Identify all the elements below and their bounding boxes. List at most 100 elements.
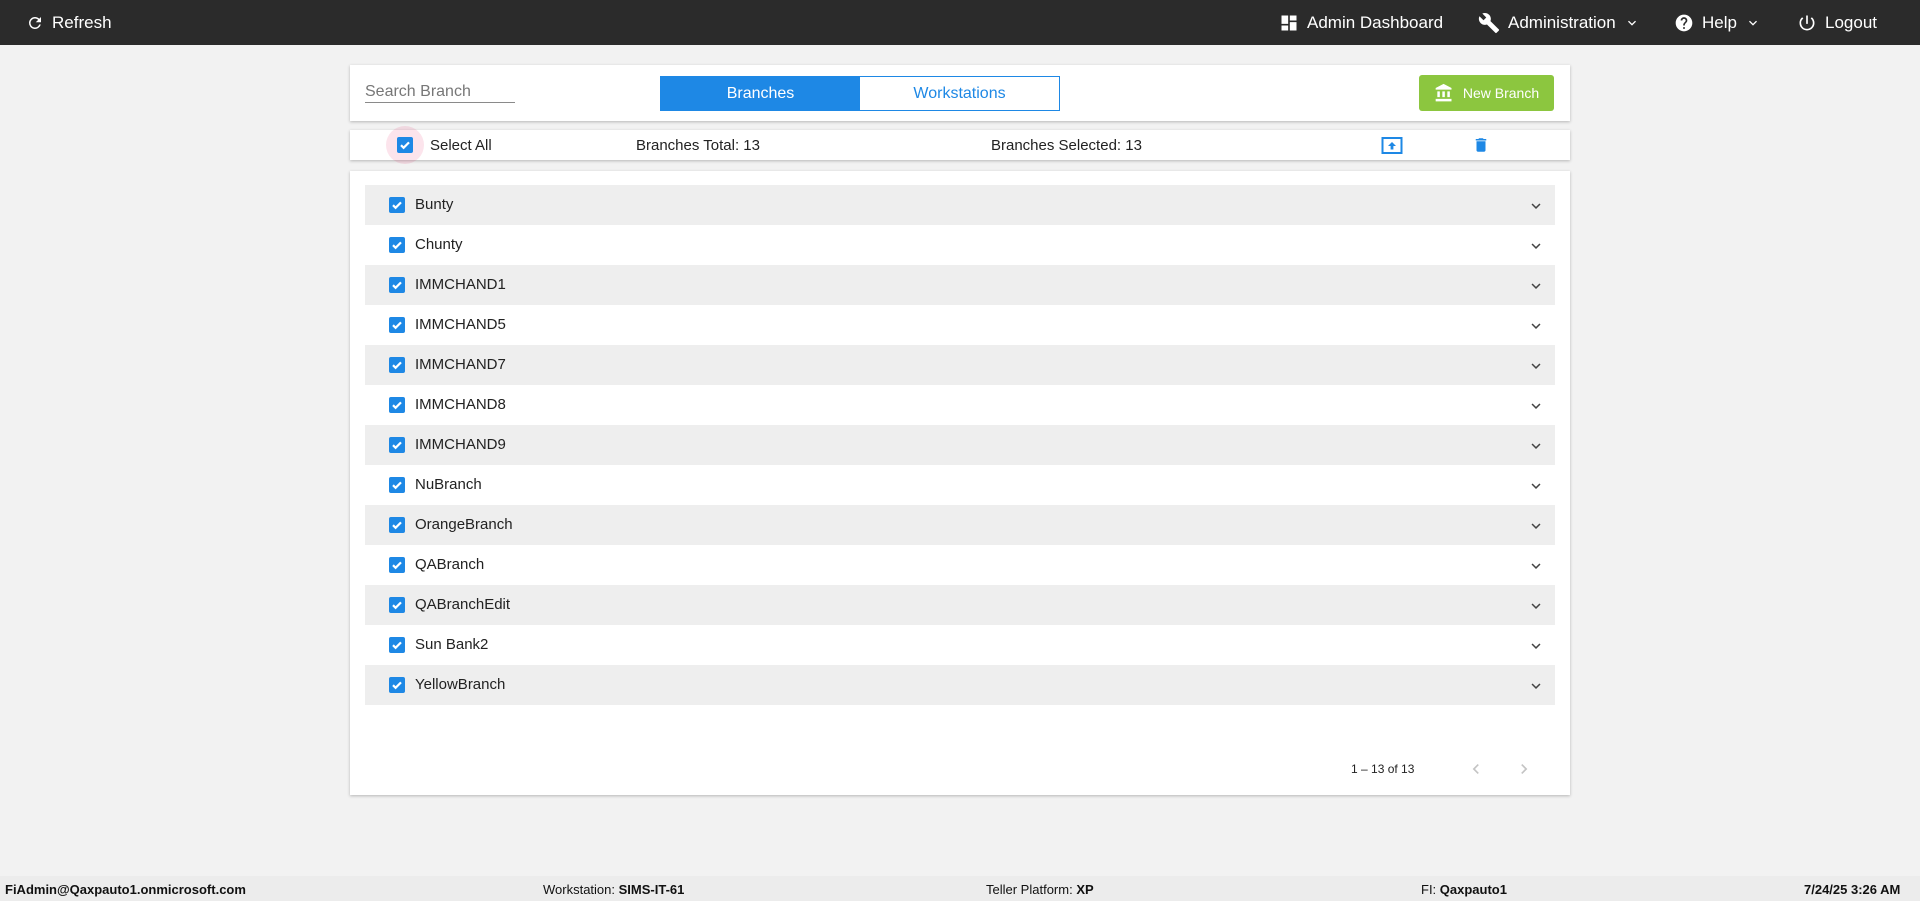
next-page-button[interactable]	[1514, 759, 1534, 782]
branch-name: QABranch	[415, 556, 485, 573]
expand-chevron-button[interactable]	[1527, 557, 1545, 580]
branch-row[interactable]: IMMCHAND9	[365, 425, 1555, 465]
check-icon	[392, 281, 402, 290]
branch-row[interactable]: Sun Bank2	[365, 625, 1555, 665]
search-branch-input[interactable]	[365, 81, 515, 103]
footer-workstation: Workstation: SIMS-IT-61	[543, 882, 684, 897]
branch-checkbox[interactable]	[389, 357, 405, 373]
branch-row[interactable]: Chunty	[365, 225, 1555, 265]
branch-checkbox[interactable]	[389, 637, 405, 653]
expand-chevron-button[interactable]	[1527, 677, 1545, 700]
branch-checkbox[interactable]	[389, 517, 405, 533]
expand-chevron-button[interactable]	[1527, 237, 1545, 260]
branch-row[interactable]: Bunty	[365, 185, 1555, 225]
branch-row[interactable]: QABranch	[365, 545, 1555, 585]
branch-row[interactable]: IMMCHAND8	[365, 385, 1555, 425]
branch-checkbox[interactable]	[389, 197, 405, 213]
expand-chevron-button[interactable]	[1527, 277, 1545, 300]
tab-workstations[interactable]: Workstations	[860, 77, 1059, 110]
upload-icon[interactable]	[1381, 136, 1403, 160]
check-icon	[392, 201, 402, 210]
select-all-label: Select All	[430, 137, 492, 154]
check-icon	[400, 141, 410, 150]
branch-name: Bunty	[415, 196, 454, 213]
branch-row[interactable]: OrangeBranch	[365, 505, 1555, 545]
check-icon	[392, 361, 402, 370]
branch-name: NuBranch	[415, 476, 482, 493]
chevron-down-icon	[1531, 443, 1541, 449]
chevron-down-icon	[1531, 603, 1541, 609]
check-icon	[392, 681, 402, 690]
expand-chevron-button[interactable]	[1527, 637, 1545, 660]
teller-platform-value: XP	[1076, 882, 1094, 897]
administration-menu[interactable]: Administration	[1478, 0, 1640, 45]
branch-checkbox[interactable]	[389, 397, 405, 413]
select-all-checkbox[interactable]	[386, 126, 424, 164]
check-icon	[392, 441, 402, 450]
branch-checkbox[interactable]	[389, 277, 405, 293]
branch-name: IMMCHAND8	[415, 396, 506, 413]
branch-checkbox[interactable]	[389, 437, 405, 453]
footer-fi: FI: Qaxpauto1	[1421, 882, 1507, 897]
expand-chevron-button[interactable]	[1527, 397, 1545, 420]
branch-row[interactable]: YellowBranch	[365, 665, 1555, 705]
branch-checkbox[interactable]	[389, 597, 405, 613]
chevron-down-icon	[1531, 563, 1541, 569]
footer-user: FiAdmin@Qaxpauto1.onmicrosoft.com	[5, 882, 246, 897]
workstation-value: SIMS-IT-61	[618, 882, 685, 897]
expand-chevron-button[interactable]	[1527, 517, 1545, 540]
previous-page-button[interactable]	[1466, 759, 1486, 782]
expand-chevron-button[interactable]	[1527, 597, 1545, 620]
branch-row[interactable]: IMMCHAND5	[365, 305, 1555, 345]
status-footer: FiAdmin@Qaxpauto1.onmicrosoft.com Workst…	[0, 876, 1920, 901]
branch-name: Chunty	[415, 236, 463, 253]
branch-row[interactable]: QABranchEdit	[365, 585, 1555, 625]
refresh-button[interactable]: Refresh	[26, 0, 112, 45]
logout-button[interactable]: Logout	[1797, 0, 1877, 45]
branch-row[interactable]: IMMCHAND1	[365, 265, 1555, 305]
wrench-icon	[1478, 12, 1500, 33]
new-branch-button[interactable]: New Branch	[1419, 75, 1554, 111]
footer-teller-platform: Teller Platform: XP	[986, 882, 1094, 897]
expand-chevron-button[interactable]	[1527, 437, 1545, 460]
selection-toolbar: Select All Branches Total: 13 Branches S…	[350, 126, 1570, 164]
expand-chevron-button[interactable]	[1527, 317, 1545, 340]
expand-chevron-button[interactable]	[1527, 357, 1545, 380]
help-menu[interactable]: Help	[1674, 0, 1761, 45]
branch-row[interactable]: NuBranch	[365, 465, 1555, 505]
branch-name: IMMCHAND1	[415, 276, 506, 293]
check-icon	[392, 401, 402, 410]
check-icon	[392, 481, 402, 490]
expand-chevron-button[interactable]	[1527, 477, 1545, 500]
admin-dashboard-link[interactable]: Admin Dashboard	[1279, 0, 1443, 45]
checkbox-checked	[397, 137, 413, 153]
check-icon	[392, 601, 402, 610]
branch-list-card: Bunty Chunty IMMCHAND1 IMMCHAND5 IMMCHAND7 IM…	[350, 171, 1570, 795]
chevron-down-icon	[1531, 243, 1541, 249]
branch-checkbox[interactable]	[389, 557, 405, 573]
paginator-range: 1 – 13 of 13	[1351, 762, 1415, 776]
refresh-label: Refresh	[52, 12, 112, 32]
chevron-down-icon	[1531, 323, 1541, 329]
chevron-down-icon	[1531, 643, 1541, 649]
branch-name: IMMCHAND7	[415, 356, 506, 373]
branch-checkbox[interactable]	[389, 317, 405, 333]
branch-list: Bunty Chunty IMMCHAND1 IMMCHAND5 IMMCHAND7 IM…	[365, 185, 1555, 705]
branch-checkbox[interactable]	[389, 677, 405, 693]
branch-checkbox[interactable]	[389, 477, 405, 493]
new-branch-label: New Branch	[1462, 85, 1540, 101]
branch-row[interactable]: IMMCHAND7	[365, 345, 1555, 385]
delete-icon[interactable]	[1472, 135, 1490, 159]
branch-checkbox[interactable]	[389, 237, 405, 253]
expand-chevron-button[interactable]	[1527, 197, 1545, 220]
tab-branches[interactable]: Branches	[661, 77, 860, 110]
branch-name: Sun Bank2	[415, 636, 489, 653]
chevron-left-icon	[1472, 764, 1479, 774]
check-icon	[392, 241, 402, 250]
bank-icon	[1435, 83, 1452, 102]
branch-name: QABranchEdit	[415, 596, 511, 613]
check-icon	[392, 321, 402, 330]
branch-name: IMMCHAND9	[415, 436, 506, 453]
chevron-down-icon	[1748, 20, 1757, 26]
top-nav-bar: Refresh Admin Dashboard Administration H…	[0, 0, 1920, 45]
